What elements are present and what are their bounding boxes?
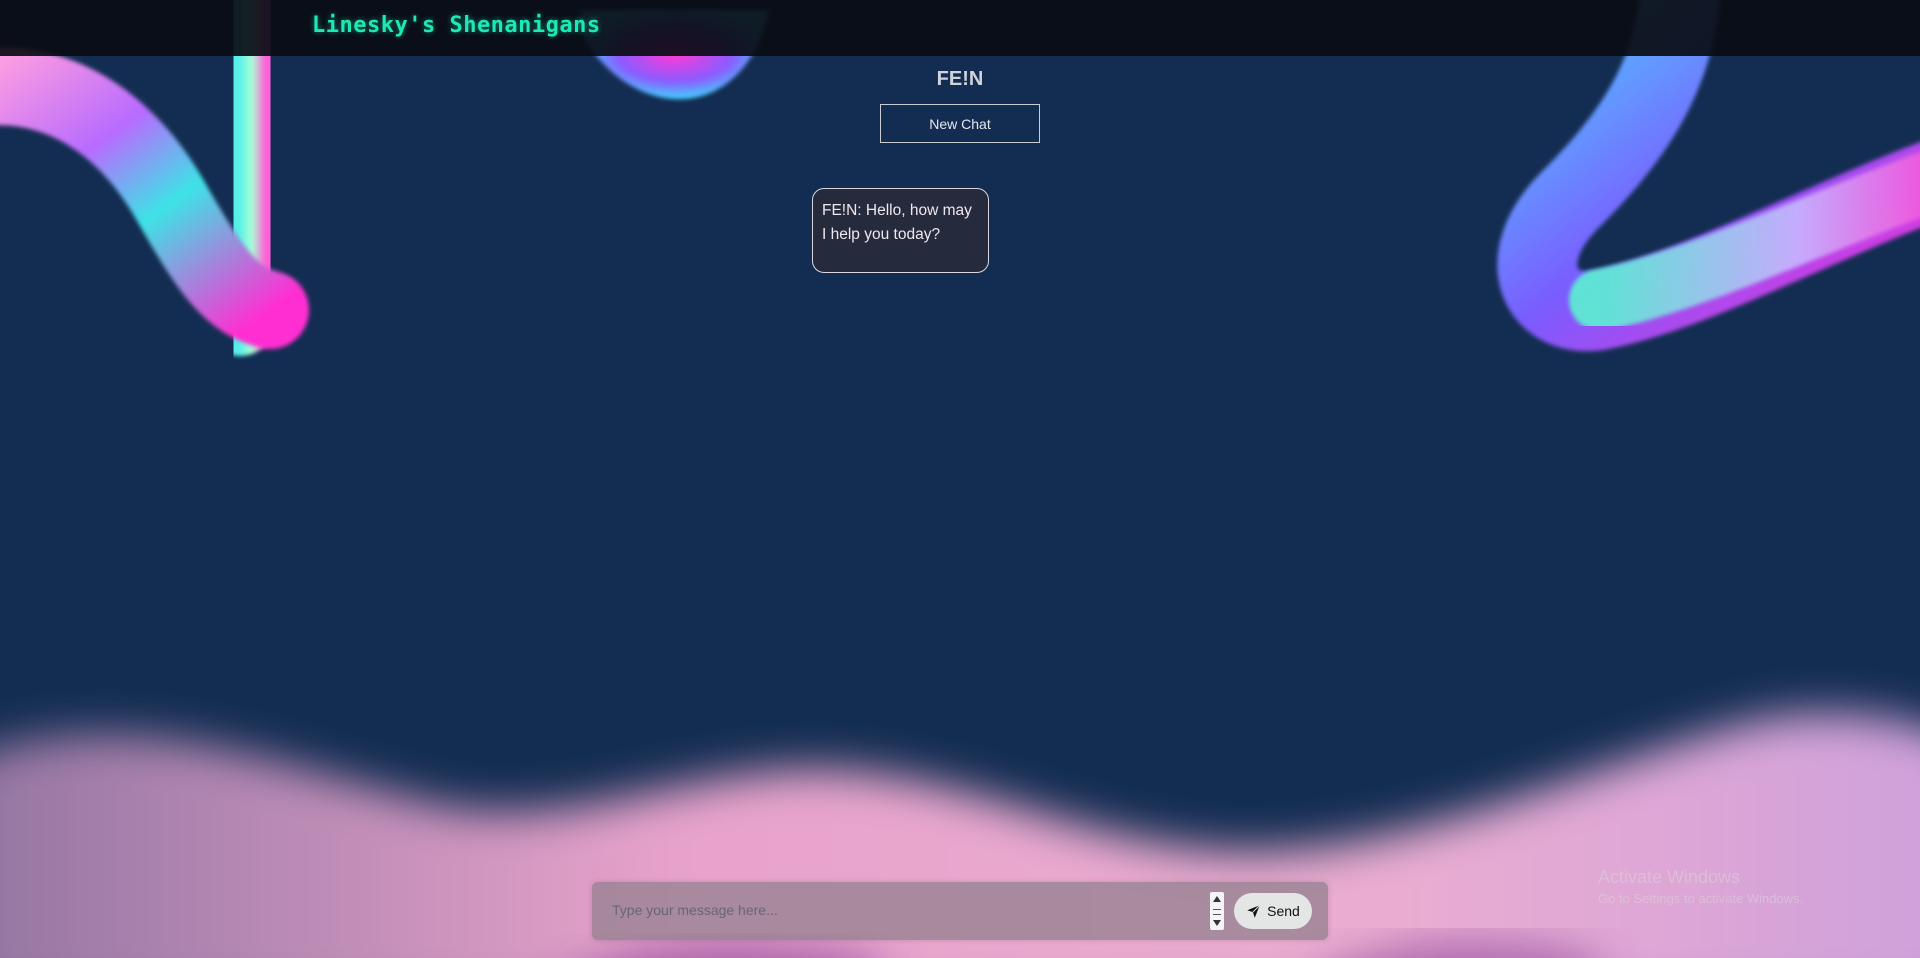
send-label: Send [1267, 903, 1300, 919]
assistant-message-bubble: FE!N: Hello, how may I help you today? [812, 188, 989, 273]
chat-title: FE!N [936, 68, 984, 90]
paper-plane-icon [1246, 904, 1261, 919]
page: Linesky's Shenanigans FE!N New Chat FE!N… [0, 0, 1920, 958]
scroll-grip-icon [1213, 909, 1221, 915]
scroll-down-icon[interactable] [1213, 920, 1221, 926]
background-art [0, 0, 1920, 958]
watermark-subtitle: Go to Settings to activate Windows. [1598, 891, 1804, 906]
new-chat-button[interactable]: New Chat [880, 104, 1040, 143]
input-scroll-control[interactable] [1210, 892, 1224, 930]
message-composer: Send [592, 882, 1328, 940]
scroll-up-icon[interactable] [1213, 896, 1221, 902]
top-bar: Linesky's Shenanigans [0, 0, 1920, 56]
activate-windows-watermark: Activate Windows Go to Settings to activ… [1598, 866, 1803, 908]
message-input[interactable] [602, 890, 1202, 930]
message-text: FE!N: Hello, how may I help you today? [822, 202, 972, 243]
send-button[interactable]: Send [1234, 893, 1312, 929]
watermark-title: Activate Windows [1598, 867, 1741, 887]
site-brand[interactable]: Linesky's Shenanigans [312, 13, 601, 38]
